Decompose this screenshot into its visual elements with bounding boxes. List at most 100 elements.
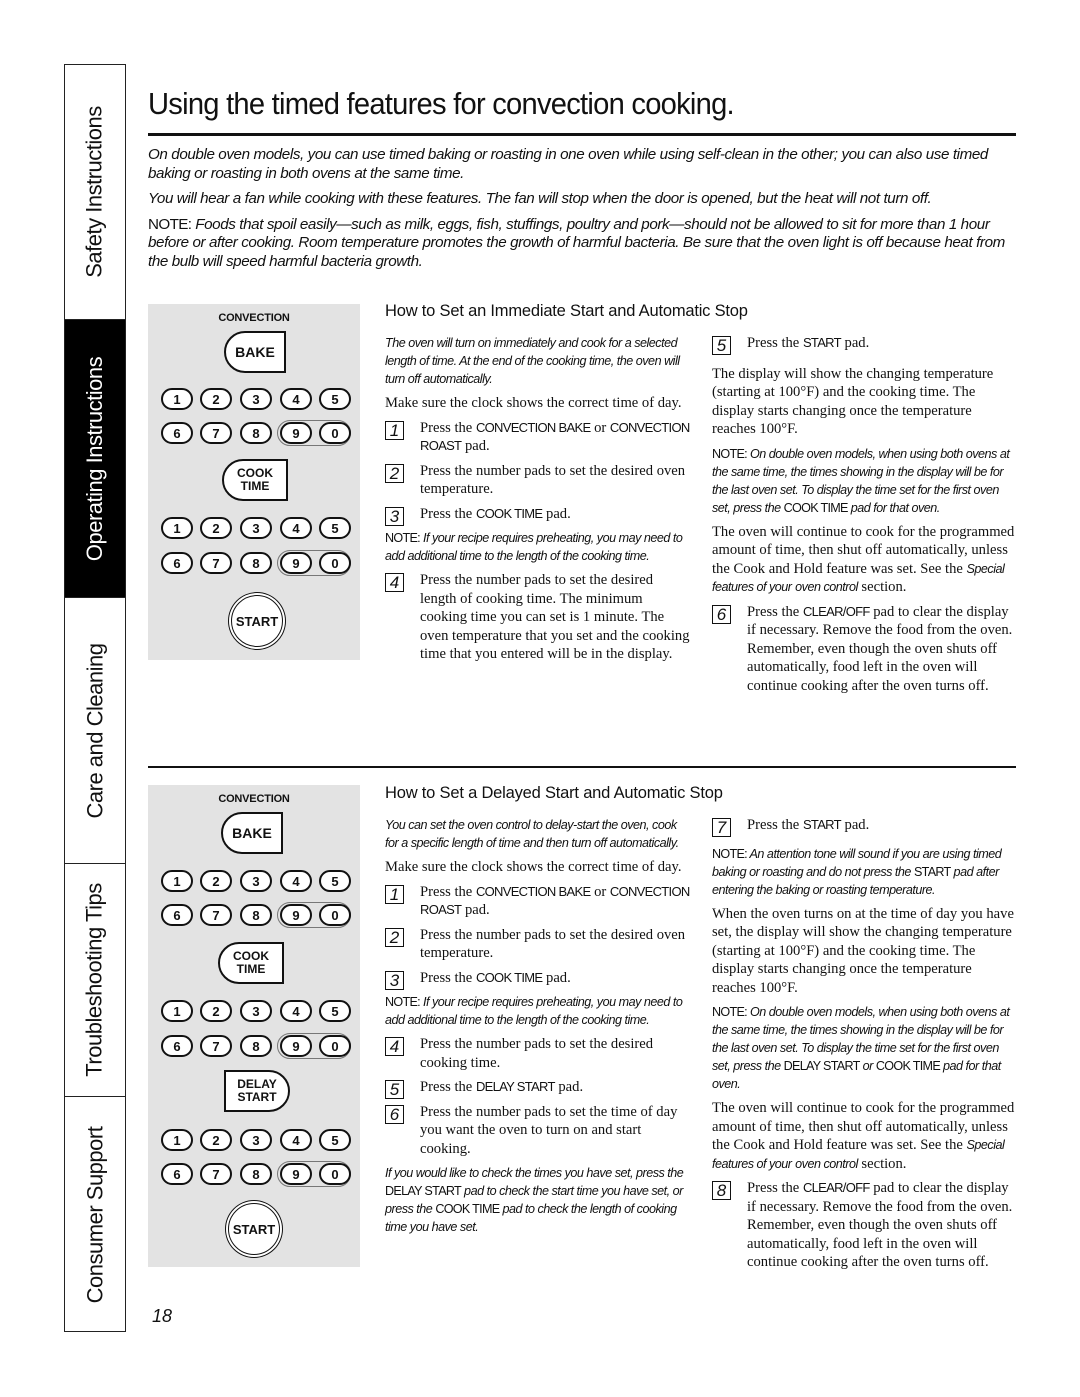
pad-label: BAKE — [235, 343, 275, 360]
tab-label: Consumer Support — [82, 1126, 107, 1304]
number-pad[interactable]: 1 — [161, 1000, 193, 1022]
start-pad[interactable]: START — [231, 595, 283, 647]
display-description: The display will show the changing tempe… — [712, 365, 994, 438]
number-pad[interactable]: 9 — [280, 1163, 312, 1185]
pad-name: START — [802, 817, 842, 832]
immediate-column-right: 5 Press the START pad. The display will s… — [712, 334, 1018, 701]
number-pad[interactable]: 5 — [319, 1000, 351, 1022]
tab-label: Troubleshooting Tips — [82, 883, 108, 1077]
number-pad[interactable]: 2 — [200, 388, 232, 410]
note-text: pad for that oven. — [847, 500, 941, 515]
number-pad[interactable]: 2 — [200, 1129, 232, 1151]
number-pad[interactable]: 8 — [240, 1163, 272, 1185]
number-pad[interactable]: 5 — [319, 870, 351, 892]
number-pad[interactable]: 6 — [161, 422, 193, 444]
number-pad[interactable]: 8 — [240, 422, 272, 444]
step-1: 1 Press the CONVECTION BAKE or CONVECTION… — [385, 419, 690, 456]
continue-cooking-text: The oven will continue to cook for the p… — [712, 1099, 1018, 1173]
number-pad[interactable]: 5 — [319, 517, 351, 539]
step-7: 7 Press the START pad. — [712, 816, 1018, 837]
step-3: 3 Press the COOK TIME pad. — [385, 505, 690, 526]
number-pad[interactable]: 6 — [161, 552, 193, 574]
step-number: 6 — [385, 1104, 404, 1124]
number-pad[interactable]: 2 — [200, 517, 232, 539]
number-pad[interactable]: 6 — [161, 1035, 193, 1057]
tab-operating-instructions[interactable]: Operating Instructions — [65, 320, 125, 598]
number-pad[interactable]: 3 — [240, 1000, 272, 1022]
cook-time-pad[interactable]: COOK TIME — [218, 942, 284, 984]
convection-bake-pad[interactable]: BAKE — [221, 812, 283, 854]
number-pad[interactable]: 3 — [240, 517, 272, 539]
delayed-column-right: 7 Press the START pad. NOTE: An attention… — [712, 816, 1018, 1278]
section-heading-delayed: How to Set a Delayed Start and Automatic… — [385, 784, 723, 802]
number-pad[interactable]: 9 — [280, 904, 312, 926]
step-text: pad. — [542, 505, 571, 522]
number-pad[interactable]: 9 — [280, 552, 312, 574]
number-pad[interactable]: 9 — [280, 1035, 312, 1057]
start-pad[interactable]: START — [228, 1203, 280, 1255]
number-pad[interactable]: 7 — [200, 552, 232, 574]
tab-care-and-cleaning[interactable]: Care and Cleaning — [65, 598, 125, 864]
delay-start-pad[interactable]: DELAY START — [224, 1070, 290, 1112]
number-pad[interactable]: 3 — [240, 870, 272, 892]
tab-safety-instructions[interactable]: Safety Instructions — [65, 65, 125, 320]
number-pad[interactable]: 7 — [200, 1035, 232, 1057]
convection-label: CONVECTION — [218, 793, 290, 805]
number-pad[interactable]: 5 — [319, 388, 351, 410]
step-text: Press the number pads to set the desired… — [420, 1036, 654, 1071]
step-number: 4 — [385, 1037, 404, 1056]
cook-time-pad[interactable]: COOK TIME — [222, 459, 288, 501]
number-pad[interactable]: 3 — [240, 1129, 272, 1151]
pad-name: CLEAR/OFF — [802, 603, 870, 619]
number-pad[interactable]: 4 — [280, 870, 312, 892]
step-6: 6 Press the CLEAR/OFF pad to clear the di… — [712, 603, 1018, 696]
section-divider — [148, 766, 1016, 768]
number-pad[interactable]: 4 — [280, 1129, 312, 1151]
step-text: pad. — [840, 335, 870, 351]
number-pad[interactable]: 0 — [319, 904, 351, 926]
number-pad[interactable]: 8 — [240, 552, 272, 574]
tab-label: Care and Cleaning — [82, 643, 107, 818]
number-pad[interactable]: 7 — [200, 1163, 232, 1185]
number-pad[interactable]: 3 — [240, 388, 272, 410]
number-pad[interactable]: 1 — [161, 388, 193, 410]
number-pad[interactable]: 8 — [240, 1035, 272, 1057]
number-pad[interactable]: 9 — [280, 422, 312, 444]
convection-bake-pad[interactable]: BAKE — [224, 331, 286, 373]
number-pad[interactable]: 7 — [200, 422, 232, 444]
number-pad[interactable]: 2 — [200, 1000, 232, 1022]
step-text: Press the number pads to set the desired… — [420, 572, 690, 662]
step-1: 1 Press the CONVECTION BAKE or CONVECTION… — [385, 883, 690, 920]
number-pad[interactable]: 2 — [200, 870, 232, 892]
pad-label-line: DELAY — [237, 1077, 277, 1091]
number-pad[interactable]: 6 — [161, 1163, 193, 1185]
pad-label: DELAY START — [237, 1078, 277, 1104]
intro-note: NOTE: Foods that spoil easily—such as mi… — [148, 216, 1018, 272]
step-text: Press the — [747, 603, 803, 620]
number-pad[interactable]: 0 — [319, 422, 351, 444]
number-pad[interactable]: 0 — [319, 1163, 351, 1185]
number-pad[interactable]: 1 — [161, 1129, 193, 1151]
pad-name: DELAY START — [385, 1184, 462, 1198]
number-pad[interactable]: 4 — [280, 388, 312, 410]
pad-name: DELAY START — [475, 1079, 555, 1094]
step-text: or — [590, 883, 610, 900]
number-pad[interactable]: 5 — [319, 1129, 351, 1151]
intro-paragraph: You will hear a fan while cooking with t… — [148, 190, 932, 207]
number-pad[interactable]: 7 — [200, 904, 232, 926]
tab-consumer-support[interactable]: Consumer Support — [65, 1097, 125, 1333]
note-label: NOTE: — [385, 531, 421, 545]
number-pad[interactable]: 1 — [161, 517, 193, 539]
tab-troubleshooting-tips[interactable]: Troubleshooting Tips — [65, 864, 125, 1097]
immediate-column-left: The oven will turn on immediately and co… — [385, 334, 690, 670]
number-pad[interactable]: 4 — [280, 1000, 312, 1022]
number-pad[interactable]: 1 — [161, 870, 193, 892]
number-pad[interactable]: 0 — [319, 552, 351, 574]
title-divider — [148, 133, 1016, 136]
number-pad[interactable]: 8 — [240, 904, 272, 926]
number-pad[interactable]: 0 — [319, 1035, 351, 1057]
step-number: 5 — [385, 1080, 404, 1099]
step-text: Press the number pads to set the desired… — [420, 926, 686, 962]
number-pad[interactable]: 4 — [280, 517, 312, 539]
number-pad[interactable]: 6 — [161, 904, 193, 926]
